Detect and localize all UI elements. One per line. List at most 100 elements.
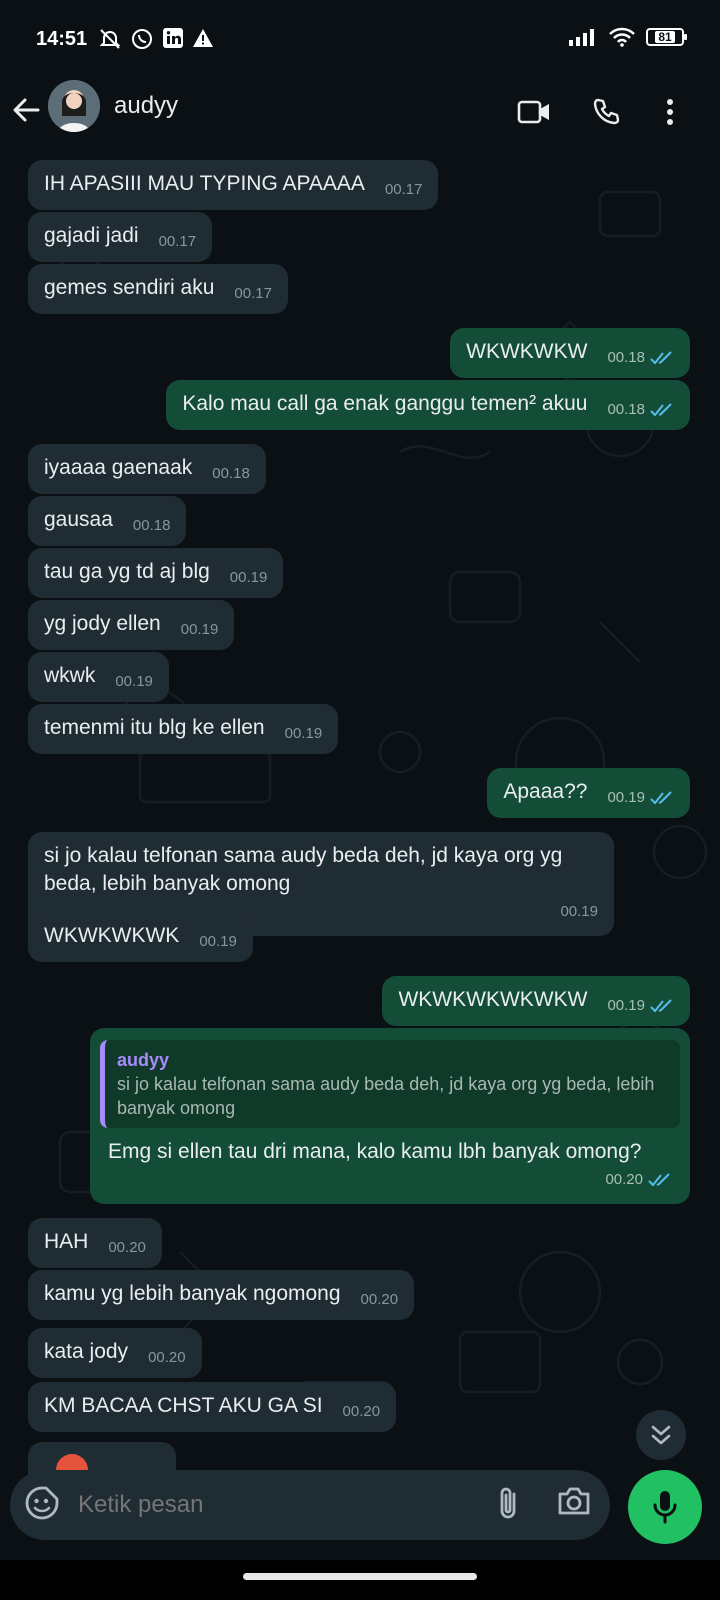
system-icons: 81 (568, 27, 687, 47)
read-ticks-icon (650, 791, 672, 805)
message-text: si jo kalau telfonan sama audy beda deh,… (44, 844, 563, 895)
wifi-icon (609, 27, 635, 47)
more-options-button[interactable] (648, 90, 692, 134)
message-bubble-outgoing[interactable]: Kalo mau call ga enak ganggu temen² akuu… (166, 380, 690, 430)
message-bubble-outgoing[interactable]: WKWKWKW 00.18 (450, 328, 690, 378)
message-bubble-incoming[interactable]: IH APASIII MAU TYPING APAAAA 00.17 (28, 160, 439, 210)
message-bubble-incoming[interactable]: kamu yg lebih banyak ngomong 00.20 (28, 1270, 415, 1320)
message-time: 00.17 (158, 233, 197, 250)
message-time: 00.18 (212, 465, 250, 482)
voice-call-button[interactable] (584, 90, 628, 134)
read-ticks-icon (650, 351, 672, 365)
emoji-button[interactable] (24, 1485, 64, 1525)
voice-record-button[interactable] (628, 1470, 702, 1544)
battery-level: 81 (655, 31, 675, 43)
contact-name[interactable]: audyy (114, 92, 178, 120)
message-bubble-incoming[interactable]: yg jody ellen 00.19 (28, 600, 235, 650)
message-time: 00.20 (360, 1291, 399, 1308)
message-text: temenmi itu blg ke ellen (44, 716, 265, 739)
message-bubble-incoming[interactable]: tau ga yg td aj blg 00.19 (28, 548, 284, 598)
scroll-to-bottom-button[interactable] (636, 1410, 686, 1460)
attach-button[interactable] (494, 1485, 534, 1525)
message-time: 00.20 (605, 1171, 643, 1188)
home-gesture-pill[interactable] (243, 1573, 477, 1580)
phone-icon (593, 98, 620, 125)
message-bubble-incoming[interactable]: KM BACAA CHST AKU GA SI 00.20 (28, 1382, 397, 1432)
message-text: Emg si ellen tau dri mana, kalo kamu lbh… (108, 1140, 642, 1163)
quoted-author: audyy (117, 1050, 170, 1070)
quoted-text: si jo kalau telfonan sama audy beda deh,… (117, 1074, 655, 1118)
signal-icon (569, 29, 594, 46)
paperclip-icon (500, 1487, 516, 1519)
message-time: 00.20 (108, 1239, 146, 1256)
message-time: 00.20 (148, 1349, 186, 1366)
message-text: Kalo mau call ga enak ganggu temen² akuu (182, 392, 588, 415)
message-text: gausaa (44, 508, 113, 531)
message-time: 00.20 (342, 1403, 381, 1420)
message-bubble-incoming[interactable]: kata jody 00.20 (28, 1328, 202, 1378)
message-time: 00.19 (115, 673, 153, 690)
read-ticks-icon (650, 999, 672, 1013)
message-time: 00.17 (234, 285, 272, 302)
message-time: 00.19 (284, 725, 323, 742)
message-text: WKWKWKWK (44, 924, 180, 947)
video-camera-icon (517, 100, 549, 124)
whatsapp-icon (132, 29, 152, 49)
back-arrow-icon (13, 98, 40, 122)
message-time: 00.18 (607, 401, 645, 418)
sticker-smiley-icon (25, 1486, 59, 1520)
message-bubble-incoming[interactable]: HAH 00.20 (28, 1218, 162, 1268)
read-ticks-icon (650, 403, 672, 417)
message-bubble-incoming[interactable]: temenmi itu blg ke ellen 00.19 (28, 704, 339, 754)
camera-button[interactable] (556, 1485, 600, 1525)
avatar[interactable] (48, 80, 100, 132)
message-text: gajadi jadi (44, 224, 139, 247)
notification-icons (98, 27, 214, 51)
message-bubble-incoming[interactable]: gausaa 00.18 (28, 496, 187, 546)
message-text: yg jody ellen (44, 612, 161, 635)
microphone-icon (653, 1491, 677, 1524)
message-bubble-incoming[interactable]: wkwk 00.19 (28, 652, 169, 702)
linkedin-icon (163, 28, 183, 48)
camera-icon (558, 1487, 590, 1515)
message-text: tau ga yg td aj blg (44, 560, 210, 583)
message-bubble-incoming[interactable]: gemes sendiri aku 00.17 (28, 264, 288, 314)
message-bubble-outgoing-reply[interactable]: audyy si jo kalau telfonan sama audy bed… (90, 1028, 690, 1204)
battery-icon: 81 (646, 28, 687, 46)
message-text: kamu yg lebih banyak ngomong (44, 1282, 341, 1305)
double-chevron-down-icon (651, 1425, 671, 1445)
message-time: 00.19 (607, 997, 645, 1014)
read-ticks-icon (648, 1173, 670, 1187)
message-list[interactable]: IH APASIII MAU TYPING APAAAA 00.17 gajadi… (0, 152, 720, 1488)
message-time: 00.17 (384, 181, 423, 198)
message-bubble-outgoing[interactable]: WKWKWKWKWKW 00.19 (382, 976, 690, 1026)
message-text: KM BACAA CHST AKU GA SI (44, 1394, 323, 1417)
quoted-message[interactable]: audyy si jo kalau telfonan sama audy bed… (100, 1040, 680, 1128)
message-text: HAH (44, 1230, 89, 1253)
status-time: 14:51 (36, 28, 88, 50)
back-button[interactable] (10, 94, 50, 134)
message-time: 00.18 (607, 349, 645, 366)
message-text: Apaaa?? (503, 780, 588, 803)
message-time: 00.19 (180, 621, 219, 638)
message-text: gemes sendiri aku (44, 276, 215, 299)
more-vertical-icon (667, 99, 673, 125)
message-bubble-incoming[interactable]: iyaaaa gaenaak 00.18 (28, 444, 266, 494)
message-bubble-incoming[interactable]: WKWKWKWK 00.19 (28, 912, 253, 962)
muted-bell-icon (99, 29, 121, 49)
message-time: 00.18 (132, 517, 171, 534)
message-text: iyaaaa gaenaak (44, 456, 193, 479)
message-text: WKWKWKW (466, 340, 588, 363)
message-time: 00.19 (607, 789, 645, 806)
message-composer (10, 1470, 610, 1540)
message-input[interactable] (76, 1490, 460, 1520)
status-bar: 14:51 81 (0, 0, 720, 80)
message-bubble-incoming[interactable]: gajadi jadi 00.17 (28, 212, 213, 262)
chat-header: audyy (0, 80, 720, 152)
message-time: 00.19 (199, 933, 237, 950)
message-text: IH APASIII MAU TYPING APAAAA (44, 172, 365, 195)
message-bubble-outgoing[interactable]: Apaaa?? 00.19 (487, 768, 690, 818)
avatar-photo (48, 80, 100, 132)
video-call-button[interactable] (512, 90, 556, 134)
message-text: kata jody (44, 1340, 129, 1363)
